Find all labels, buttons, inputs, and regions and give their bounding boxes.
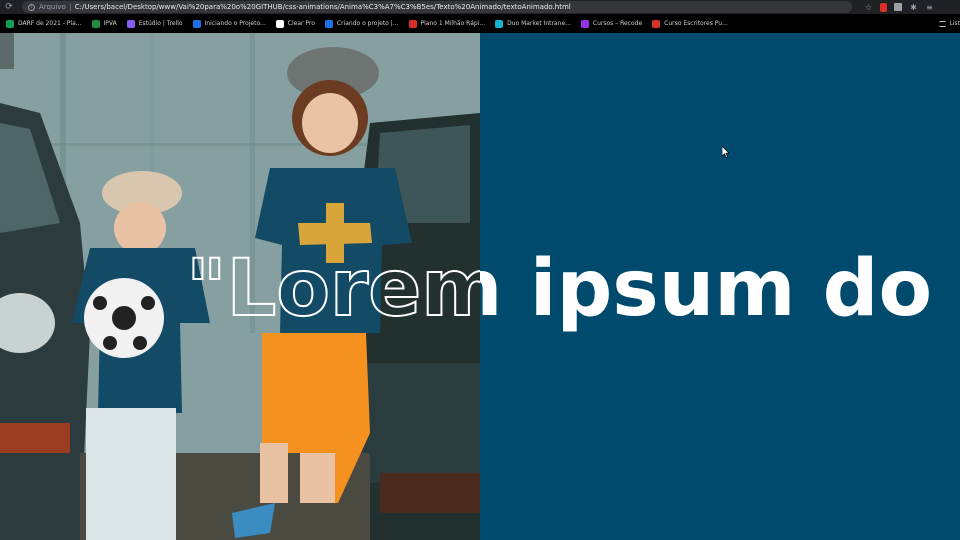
extension-icon[interactable]: [894, 3, 902, 11]
bookmark-label: Criando o projeto |...: [336, 20, 399, 27]
bookmark-label: Plano 1 Milhão Rápi...: [420, 20, 486, 27]
bookmark-label: IPVA: [103, 20, 117, 27]
reload-icon[interactable]: ⟳: [2, 0, 16, 14]
bookmark-favicon-icon: [652, 19, 661, 28]
bookmark-item[interactable]: Curso Escritores Pu...: [652, 19, 728, 28]
bookmark-item[interactable]: DARF de 2021 - Pla...: [6, 19, 82, 28]
bookmark-item[interactable]: Criando o projeto |...: [324, 19, 399, 28]
toolbar-icons: ☆ ✱ ≡: [864, 2, 934, 12]
bookmark-label: Duo Market Intrane...: [507, 20, 571, 27]
bookmark-item[interactable]: Iniciando o Projeto...: [192, 19, 266, 28]
omnibox-separator: [69, 3, 71, 11]
bookmark-favicon-icon: [275, 19, 284, 28]
star-icon[interactable]: ☆: [864, 3, 873, 12]
bookmark-item[interactable]: Duo Market Intrane...: [495, 19, 571, 28]
bookmark-favicon-icon: [192, 19, 201, 28]
bookmarks-bar: DARF de 2021 - Pla... IPVA Estúdio | Trell…: [0, 14, 960, 33]
bookmark-item[interactable]: Estúdio | Trello: [126, 19, 183, 28]
bookmark-item[interactable]: IPVA: [91, 19, 117, 28]
bookmark-label: Cursos – Recode: [592, 20, 643, 27]
puzzle-icon[interactable]: ✱: [909, 3, 918, 12]
animated-headline: "Lorem ipsum do "Lorem ipsum do: [186, 239, 960, 349]
bookmark-favicon-icon: [91, 19, 100, 28]
bookmark-label: Iniciando o Projeto...: [204, 20, 266, 27]
headline-outline-text: "Lorem ipsum do: [186, 243, 480, 335]
mouse-cursor-icon: [722, 146, 730, 158]
bookmark-label: Curso Escritores Pu...: [664, 20, 728, 27]
bookmark-item[interactable]: Cursos – Recode: [580, 19, 643, 28]
headline-solid-mask: "Lorem ipsum do: [480, 239, 960, 349]
bookmark-favicon-icon: [324, 19, 333, 28]
extension-icon[interactable]: [880, 2, 887, 12]
bookmark-favicon-icon: [580, 19, 589, 28]
list-icon: [938, 20, 946, 27]
address-bar: ⟳ i Arquivo C:/Users/bacel/Desktop/www/V…: [0, 0, 960, 14]
info-icon[interactable]: i: [28, 3, 35, 11]
bookmarks-list-button[interactable]: List: [938, 20, 960, 27]
bookmark-label: Clear Pro: [287, 20, 315, 27]
page-content: "Lorem ipsum do "Lorem ipsum do: [0, 33, 960, 540]
file-label: Arquivo: [39, 3, 66, 11]
bookmark-favicon-icon: [408, 19, 417, 28]
bookmark-favicon-icon: [126, 19, 135, 28]
bookmark-label: DARF de 2021 - Pla...: [18, 20, 82, 27]
bookmark-item[interactable]: Plano 1 Milhão Rápi...: [408, 19, 486, 28]
url-text[interactable]: C:/Users/bacel/Desktop/www/Vai%20para%20…: [75, 3, 571, 11]
bookmark-favicon-icon: [495, 19, 504, 28]
bookmark-label: Estúdio | Trello: [138, 20, 183, 27]
bookmarks-list-label: List: [949, 20, 960, 27]
menu-icon[interactable]: ≡: [925, 3, 934, 12]
omnibox[interactable]: i Arquivo C:/Users/bacel/Desktop/www/Vai…: [22, 1, 852, 13]
bookmark-item[interactable]: Clear Pro: [275, 19, 315, 28]
bookmark-favicon-icon: [6, 19, 14, 28]
headline-solid-text: "Lorem ipsum do: [480, 244, 933, 334]
